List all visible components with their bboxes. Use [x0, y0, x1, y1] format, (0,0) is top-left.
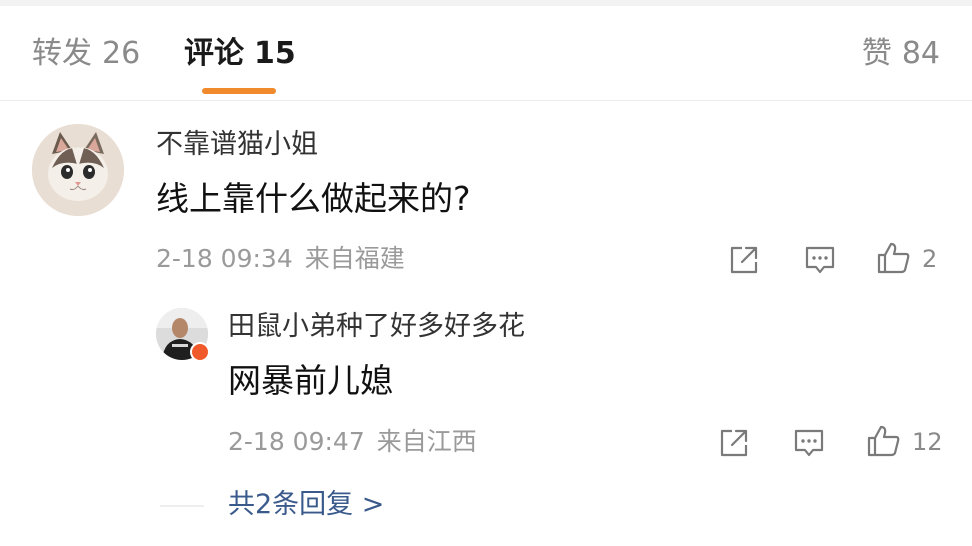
comment-share-button[interactable]	[728, 244, 760, 276]
tab-forward-label: 转发	[32, 36, 92, 71]
view-replies-link[interactable]: 共2条回复 >	[228, 488, 384, 522]
tab-comments[interactable]: 评论 15	[184, 34, 296, 74]
reply-time: 2-18 09:47	[228, 427, 365, 456]
comment-location: 来自福建	[304, 244, 405, 273]
tab-likes-count: 84	[901, 36, 940, 71]
comment-meta: 2-18 09:34 来自福建	[156, 243, 405, 275]
comment-like-button[interactable]	[876, 240, 912, 276]
reply-meta: 2-18 09:47 来自江西	[228, 426, 477, 458]
verified-badge-icon	[190, 342, 210, 362]
reply-reply-button[interactable]	[792, 426, 826, 460]
tab-comments-label: 评论	[184, 36, 244, 71]
comment-like-count: 2	[922, 245, 938, 273]
tab-forward[interactable]: 转发 26	[32, 34, 140, 74]
tab-bar: 转发 26 评论 15 赞 84	[0, 6, 972, 100]
thumbs-up-icon	[867, 425, 900, 457]
comment-content: 线上靠什么做起来的?	[156, 179, 471, 218]
comment-reply-button[interactable]	[803, 243, 837, 277]
comment-icon	[805, 246, 835, 274]
reply-content: 网暴前儿媳	[228, 361, 393, 400]
comment-icon	[794, 429, 824, 457]
reply-share-button[interactable]	[718, 427, 750, 459]
reply-username[interactable]: 田鼠小弟种了好多好多花	[228, 310, 525, 344]
tab-forward-count: 26	[102, 36, 141, 71]
cat-avatar-icon	[32, 124, 124, 216]
tab-likes[interactable]: 赞 84	[862, 34, 940, 74]
share-icon	[720, 429, 748, 457]
tab-comments-count: 15	[254, 36, 296, 71]
thumbs-up-icon	[877, 242, 910, 274]
replies-divider	[160, 505, 204, 507]
header-divider	[0, 100, 972, 101]
comments-page: 转发 26 评论 15 赞 84 不靠谱猫小姐 线上靠什么做起来的? 2-18 …	[0, 0, 972, 546]
comment-time: 2-18 09:34	[156, 244, 293, 273]
reply-like-count: 12	[912, 428, 943, 456]
comment-username[interactable]: 不靠谱猫小姐	[156, 128, 318, 162]
active-tab-indicator	[202, 88, 276, 94]
share-icon	[730, 246, 758, 274]
reply-like-button[interactable]	[866, 423, 902, 459]
comment-avatar[interactable]	[32, 124, 124, 216]
reply-location: 来自江西	[376, 427, 477, 456]
tab-likes-label: 赞	[861, 36, 892, 71]
